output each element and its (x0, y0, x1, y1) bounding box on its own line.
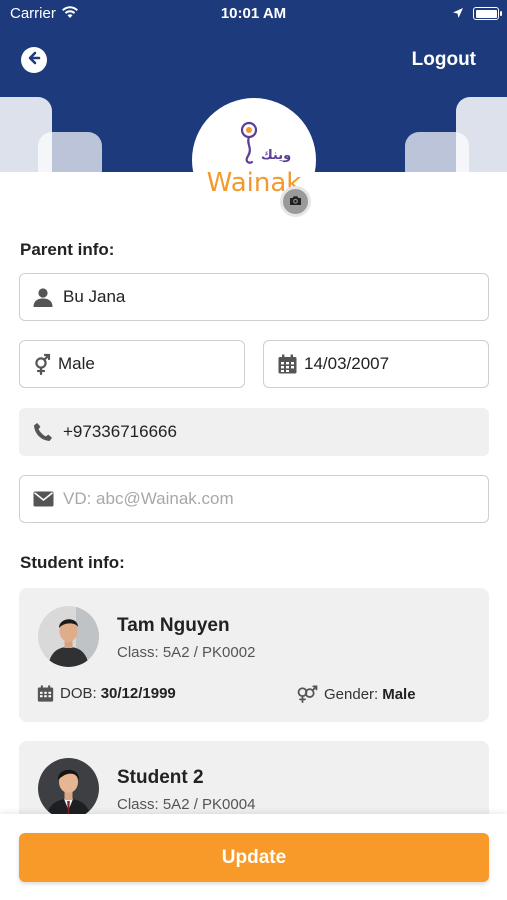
change-photo-button[interactable] (280, 186, 311, 217)
student-gender-value: Male (382, 685, 416, 703)
location-arrow-icon (452, 6, 464, 23)
student-avatar (38, 606, 99, 667)
student-gender: Gender: Male (296, 685, 416, 703)
parent-info-title: Parent info: (20, 240, 115, 259)
student-class: Class: 5A2 / PK0002 (117, 644, 256, 661)
student-avatar (38, 758, 99, 819)
student-info-title: Student info: (20, 553, 125, 572)
arrow-left-icon (26, 50, 42, 71)
dob-value: 14/03/2007 (304, 354, 390, 373)
student-class: Class: 5A2 / PK0004 (117, 796, 256, 813)
student-gender-label: Gender: (324, 685, 379, 703)
student-card[interactable]: Tam Nguyen Class: 5A2 / PK0002 DOB: 30/1… (19, 588, 489, 722)
student-dob-value: 30/12/1999 (100, 685, 176, 702)
calendar-icon (37, 685, 54, 702)
logout-button[interactable]: Logout (412, 49, 476, 71)
student-name: Tam Nguyen (117, 615, 230, 636)
camera-icon (289, 193, 302, 211)
update-button[interactable]: Update (19, 833, 489, 882)
gender-icon (32, 353, 54, 375)
status-bar: Carrier 10:01 AM (0, 0, 507, 28)
envelope-icon (32, 488, 54, 510)
phone-field: +97336716666 (19, 408, 489, 456)
back-button[interactable] (21, 47, 47, 73)
battery-icon (473, 7, 502, 20)
parent-name-field[interactable]: Bu Jana (19, 273, 489, 321)
email-placeholder: VD: abc@Wainak.com (63, 489, 234, 508)
gender-value: Male (58, 354, 95, 373)
user-icon (32, 286, 54, 308)
gender-select[interactable]: Male (19, 340, 245, 388)
phone-value: +97336716666 (63, 422, 177, 441)
clock: 10:01 AM (220, 5, 287, 22)
calendar-icon (276, 353, 298, 375)
header-decoration (38, 132, 102, 172)
gender-icon (296, 685, 318, 703)
dob-field[interactable]: 14/03/2007 (263, 340, 489, 388)
student-dob: DOB: 30/12/1999 (37, 685, 176, 702)
header-decoration (405, 132, 469, 172)
logo-arabic-text: وينك (261, 148, 291, 163)
parent-name-value: Bu Jana (63, 287, 126, 306)
student-dob-label: DOB: (60, 685, 97, 702)
email-field[interactable]: VD: abc@Wainak.com (19, 475, 489, 523)
phone-icon (32, 421, 54, 443)
student-name: Student 2 (117, 767, 204, 788)
logo-pin-icon (240, 121, 258, 164)
